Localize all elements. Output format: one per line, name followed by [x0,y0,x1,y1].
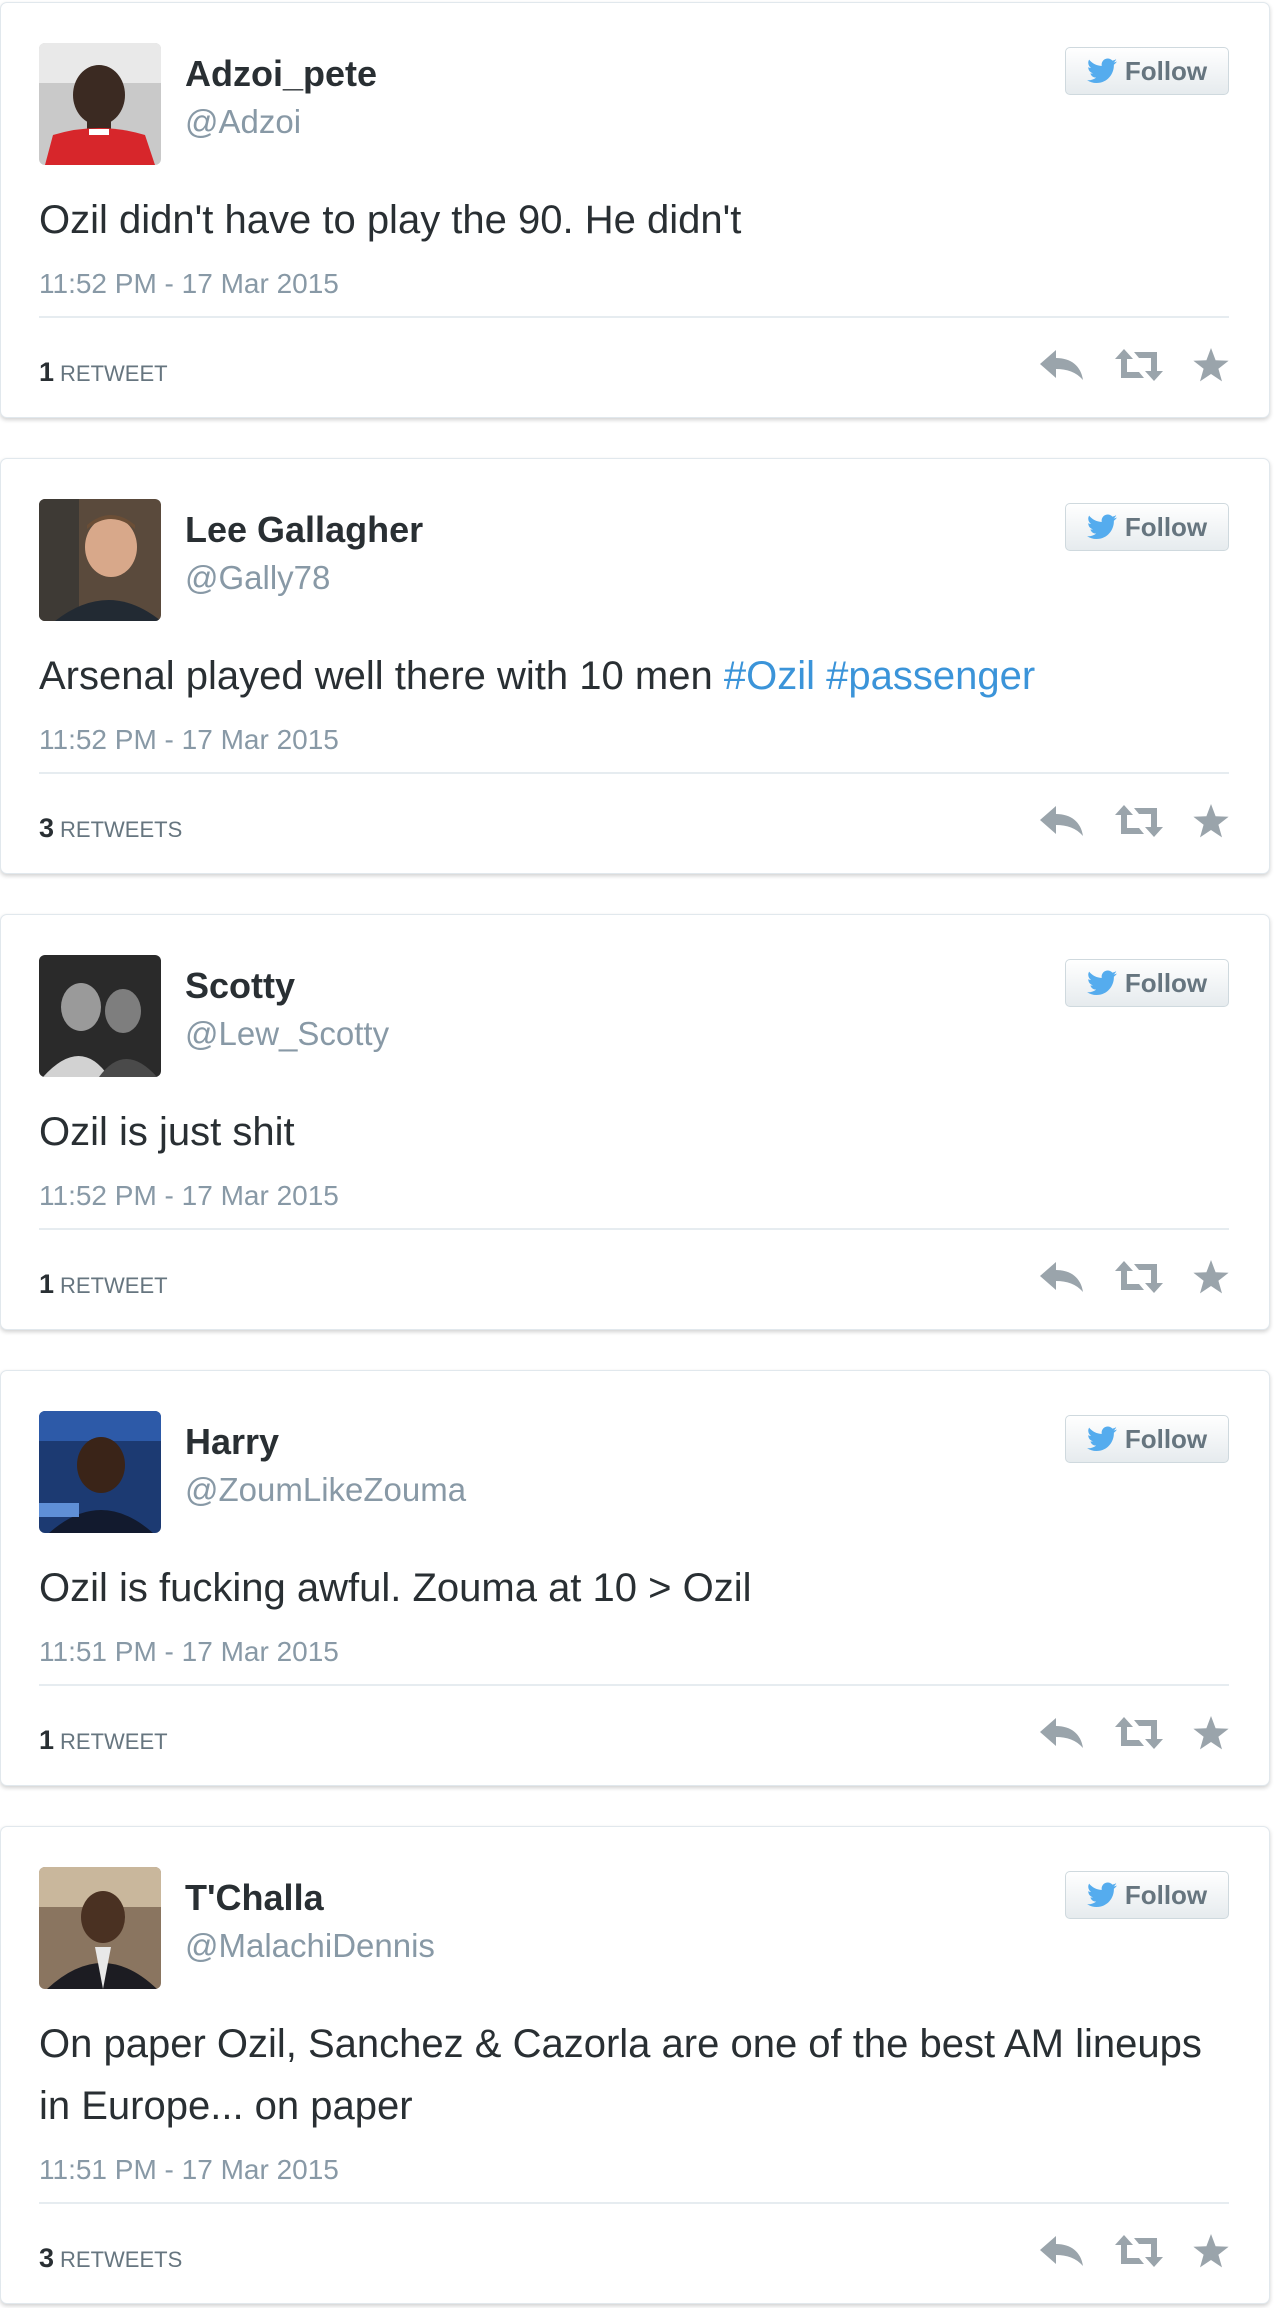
reply-icon[interactable] [1039,1260,1085,1294]
retweet-icon[interactable] [1114,804,1164,838]
retweet-count[interactable]: 1 RETWEET [39,1725,168,1756]
avatar[interactable] [39,955,161,1077]
user-handle[interactable]: @Gally78 [185,559,330,597]
follow-button[interactable]: Follow [1065,1415,1229,1463]
retweet-count[interactable]: 1 RETWEET [39,1269,168,1300]
reply-icon[interactable] [1039,804,1085,838]
display-name[interactable]: Scotty [185,965,295,1007]
avatar-image [39,1411,161,1533]
tweet-card: Adzoi_pete @Adzoi Follow Ozil didn't hav… [0,2,1270,418]
tweet-text-body: Arsenal played well there with 10 men [39,654,713,698]
tweet-timestamp[interactable]: 11:52 PM - 17 Mar 2015 [39,1180,339,1212]
follow-label: Follow [1124,511,1208,542]
avatar-image [39,955,161,1077]
follow-label: Follow [1124,55,1208,86]
tweet-text: Ozil didn't have to play the 90. He didn… [39,189,1219,251]
retweet-count-number: 3 [39,2243,55,2273]
retweet-icon[interactable] [1114,1260,1164,1294]
tweet-timestamp[interactable]: 11:52 PM - 17 Mar 2015 [39,268,339,300]
star-icon[interactable] [1193,348,1229,382]
follow-label: Follow [1124,1879,1208,1910]
tweet-text: Ozil is fucking awful. Zouma at 10 > Ozi… [39,1557,1219,1619]
follow-button[interactable]: Follow [1065,959,1229,1007]
retweet-count-number: 1 [39,357,55,387]
hashtag-link[interactable]: #passenger [826,654,1035,698]
follow-label: Follow [1124,967,1208,998]
avatar[interactable] [39,1867,161,1989]
user-handle[interactable]: @Lew_Scotty [185,1015,389,1053]
tweet-actions [1039,1255,1229,1299]
twitter-bird-icon [1086,58,1117,83]
retweet-count-label: RETWEETS [60,2247,183,2272]
tweet-text-body: Ozil is just shit [39,1110,295,1154]
tweet-actions [1039,343,1229,387]
twitter-bird-icon [1086,1882,1117,1907]
follow-label: Follow [1124,1423,1208,1454]
tweet-text: Arsenal played well there with 10 men #O… [39,645,1219,707]
user-handle[interactable]: @ZoumLikeZouma [185,1471,466,1509]
star-icon[interactable] [1193,804,1229,838]
avatar-image [39,43,161,165]
tweet-card: T'Challa @MalachiDennis Follow On paper … [0,1826,1270,2304]
star-icon[interactable] [1193,1260,1229,1294]
tweet-card: Harry @ZoumLikeZouma Follow Ozil is fuck… [0,1370,1270,1786]
retweet-count-number: 3 [39,813,55,843]
hashtag-link[interactable]: #Ozil [724,654,815,698]
retweet-count[interactable]: 1 RETWEET [39,357,168,388]
retweet-count-label: RETWEET [60,1273,168,1298]
avatar[interactable] [39,43,161,165]
twitter-bird-icon [1086,514,1117,539]
tweet-timestamp[interactable]: 11:51 PM - 17 Mar 2015 [39,2154,339,2186]
twitter-bird-icon [1086,1426,1117,1451]
twitter-bird-icon [1086,970,1117,995]
user-handle[interactable]: @MalachiDennis [185,1927,435,1965]
tweet-feed: Adzoi_pete @Adzoi Follow Ozil didn't hav… [0,0,1280,2308]
star-icon[interactable] [1193,1716,1229,1750]
retweet-count-number: 1 [39,1269,55,1299]
avatar-image [39,1867,161,1989]
display-name[interactable]: Adzoi_pete [185,53,377,95]
retweet-icon[interactable] [1114,348,1164,382]
tweet-text: Ozil is just shit [39,1101,1219,1163]
display-name[interactable]: T'Challa [185,1877,324,1919]
reply-icon[interactable] [1039,1716,1085,1750]
retweet-icon[interactable] [1114,2234,1164,2268]
display-name[interactable]: Harry [185,1421,279,1463]
retweet-count[interactable]: 3 RETWEETS [39,2243,182,2274]
divider [39,316,1229,318]
avatar-image [39,499,161,621]
reply-icon[interactable] [1039,2234,1085,2268]
user-handle[interactable]: @Adzoi [185,103,301,141]
tweet-text-body: Ozil is fucking awful. Zouma at 10 > Ozi… [39,1566,752,1610]
follow-button[interactable]: Follow [1065,1871,1229,1919]
tweet-timestamp[interactable]: 11:52 PM - 17 Mar 2015 [39,724,339,756]
tweet-actions [1039,2229,1229,2273]
retweet-count-label: RETWEETS [60,817,183,842]
retweet-count-label: RETWEET [60,361,168,386]
tweet-text: On paper Ozil, Sanchez & Cazorla are one… [39,2013,1219,2137]
divider [39,1228,1229,1230]
reply-icon[interactable] [1039,348,1085,382]
tweet-card: Scotty @Lew_Scotty Follow Ozil is just s… [0,914,1270,1330]
tweet-text-body: Ozil didn't have to play the 90. He didn… [39,198,742,242]
star-icon[interactable] [1193,2234,1229,2268]
divider [39,772,1229,774]
retweet-count[interactable]: 3 RETWEETS [39,813,182,844]
tweet-actions [1039,799,1229,843]
follow-button[interactable]: Follow [1065,47,1229,95]
retweet-icon[interactable] [1114,1716,1164,1750]
retweet-count-label: RETWEET [60,1729,168,1754]
follow-button[interactable]: Follow [1065,503,1229,551]
tweet-actions [1039,1711,1229,1755]
retweet-count-number: 1 [39,1725,55,1755]
tweet-text-body: On paper Ozil, Sanchez & Cazorla are one… [39,2022,1202,2128]
tweet-timestamp[interactable]: 11:51 PM - 17 Mar 2015 [39,1636,339,1668]
tweet-card: Lee Gallagher @Gally78 Follow Arsenal pl… [0,458,1270,874]
avatar[interactable] [39,1411,161,1533]
display-name[interactable]: Lee Gallagher [185,509,423,551]
divider [39,1684,1229,1686]
divider [39,2202,1229,2204]
avatar[interactable] [39,499,161,621]
